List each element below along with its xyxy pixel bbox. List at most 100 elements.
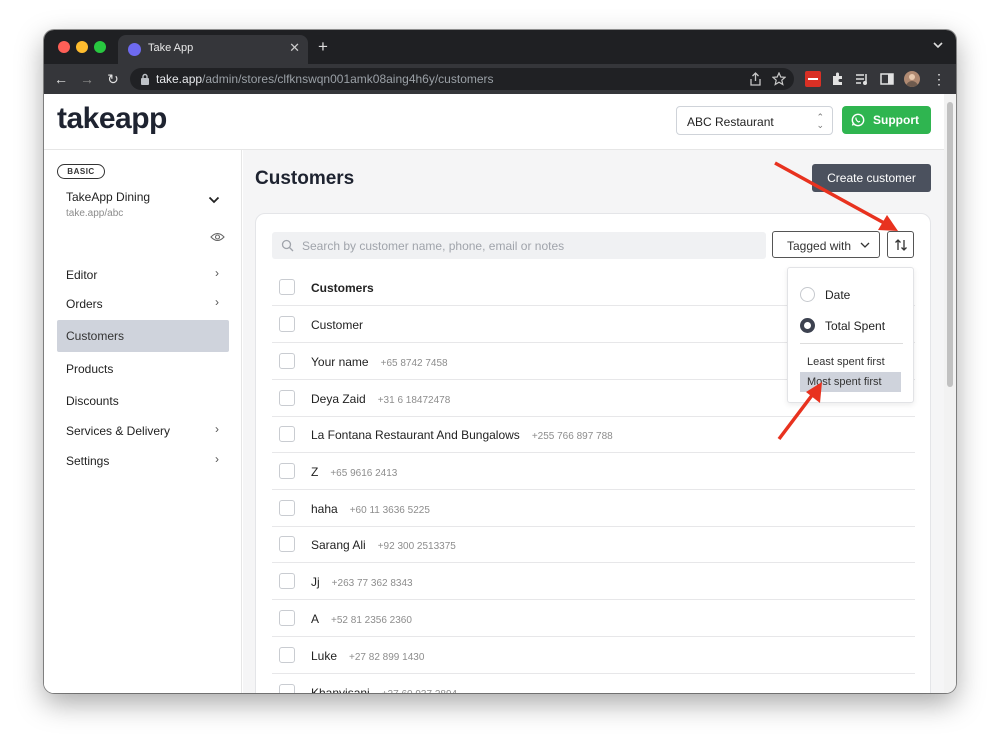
sort-total-spent-radio[interactable]	[800, 318, 815, 333]
whatsapp-icon	[851, 113, 865, 127]
least-spent-first-option[interactable]: Least spent first	[800, 352, 901, 372]
sort-button[interactable]	[887, 231, 914, 258]
minimize-window-button[interactable]	[76, 41, 88, 53]
row-checkbox[interactable]	[279, 536, 295, 552]
tab-search-icon[interactable]	[932, 39, 944, 51]
back-icon[interactable]: ←	[52, 70, 70, 88]
row-checkbox[interactable]	[279, 353, 295, 369]
customer-name[interactable]: Luke	[311, 649, 337, 663]
row-checkbox[interactable]	[279, 610, 295, 626]
search-placeholder: Search by customer name, phone, email or…	[302, 239, 565, 253]
tab-close-icon[interactable]: ✕	[289, 40, 300, 56]
sidebar-item-label: Services & Delivery	[66, 424, 171, 438]
row-checkbox[interactable]	[279, 684, 295, 693]
customer-cell: Customer	[311, 318, 363, 332]
sidebar-item-settings[interactable]: Settings ›	[57, 445, 229, 477]
tagged-with-filter[interactable]: Tagged with	[772, 231, 880, 258]
select-arrows-icon: ⌃ ⌄	[816, 112, 824, 130]
sidebar-item-label: Orders	[66, 297, 103, 311]
sidebar-item-label: Products	[66, 362, 114, 376]
sidebar-item-orders[interactable]: Orders ›	[57, 288, 229, 320]
customer-name[interactable]: Your name	[311, 355, 369, 369]
customer-name[interactable]: Z	[311, 465, 318, 479]
table-row[interactable]: A +52 81 2356 2360	[272, 600, 915, 637]
sidebar-item-label: Editor	[66, 268, 98, 282]
row-checkbox[interactable]	[279, 390, 295, 406]
table-row[interactable]: Sarang Ali +92 300 2513375	[272, 526, 915, 563]
store-select-value: ABC Restaurant	[687, 115, 774, 129]
new-tab-icon[interactable]: +	[318, 37, 328, 57]
scrollbar-thumb[interactable]	[947, 102, 953, 387]
row-checkbox[interactable]	[279, 647, 295, 663]
row-checkbox[interactable]	[279, 463, 295, 479]
maximize-window-button[interactable]	[94, 41, 106, 53]
tab-title: Take App	[148, 42, 194, 54]
row-checkbox[interactable]	[279, 316, 295, 332]
support-button[interactable]: Support	[842, 106, 931, 134]
table-row[interactable]: Z +65 9616 2413	[272, 453, 915, 490]
menu-divider	[800, 343, 903, 344]
row-checkbox[interactable]	[279, 500, 295, 516]
customer-phone: +65 8742 7458	[380, 358, 448, 369]
store-name[interactable]: TakeApp Dining	[66, 190, 150, 204]
reload-icon[interactable]: ↻	[104, 70, 122, 88]
browser-window: Take App ✕ + ← → ↻ take.app/admin/stores…	[44, 30, 956, 693]
select-all-checkbox[interactable]	[279, 279, 295, 295]
table-row[interactable]: haha +60 11 3636 5225	[272, 490, 915, 527]
customer-phone: +255 766 897 788	[531, 431, 613, 442]
media-control-icon[interactable]	[854, 71, 870, 87]
chevron-down-icon[interactable]	[208, 196, 220, 204]
chevron-right-icon: ›	[215, 422, 219, 436]
sort-arrows-icon	[895, 239, 907, 251]
close-window-button[interactable]	[58, 41, 70, 53]
sidebar-item-customers[interactable]: Customers	[57, 320, 229, 352]
customer-name[interactable]: Khanyisani	[311, 686, 370, 693]
bookmark-star-icon[interactable]	[772, 72, 786, 86]
customer-phone: +263 77 362 8343	[331, 578, 413, 589]
sidebar-item-products[interactable]: Products	[57, 353, 229, 385]
customer-cell: La Fontana Restaurant And Bungalows +255 …	[311, 428, 613, 442]
customer-name[interactable]: Deya Zaid	[311, 392, 366, 406]
sidebar-item-services-delivery[interactable]: Services & Delivery ›	[57, 415, 229, 447]
customers-card: Search by customer name, phone, email or…	[255, 213, 931, 693]
share-icon[interactable]	[749, 72, 762, 86]
customer-cell: Luke +27 82 899 1430	[311, 649, 424, 663]
sort-date-radio[interactable]	[800, 287, 815, 302]
eye-icon[interactable]	[210, 232, 225, 242]
customer-name[interactable]: Sarang Ali	[311, 538, 366, 552]
customer-phone: +65 9616 2413	[330, 468, 398, 479]
chevron-right-icon: ›	[215, 452, 219, 466]
forward-icon[interactable]: →	[78, 70, 96, 88]
store-select[interactable]: ABC Restaurant ⌃ ⌄	[676, 106, 833, 135]
create-customer-button[interactable]: Create customer	[812, 164, 931, 192]
customer-name[interactable]: Jj	[311, 575, 320, 589]
customer-cell: Sarang Ali +92 300 2513375	[311, 538, 456, 552]
customer-name[interactable]: A	[311, 612, 319, 626]
sidebar-item-discounts[interactable]: Discounts	[57, 385, 229, 417]
table-row[interactable]: La Fontana Restaurant And Bungalows +255 …	[272, 416, 915, 453]
profile-avatar[interactable]	[904, 71, 920, 87]
customer-name[interactable]: haha	[311, 502, 338, 516]
address-bar[interactable]: take.app/admin/stores/clfknswqn001amk08a…	[130, 68, 794, 90]
search-input[interactable]: Search by customer name, phone, email or…	[272, 232, 766, 259]
row-checkbox[interactable]	[279, 573, 295, 589]
customer-name[interactable]: Customer	[311, 318, 363, 332]
customer-name[interactable]: La Fontana Restaurant And Bungalows	[311, 428, 520, 442]
most-spent-first-option[interactable]: Most spent first	[800, 372, 901, 392]
table-row[interactable]: Luke +27 82 899 1430	[272, 637, 915, 674]
sidebar-item-editor[interactable]: Editor ›	[57, 259, 229, 291]
customer-phone: +27 60 937 2894	[382, 689, 457, 693]
search-icon	[281, 239, 294, 252]
row-checkbox[interactable]	[279, 426, 295, 442]
extensions-puzzle-icon[interactable]	[830, 71, 846, 87]
side-panel-icon[interactable]	[879, 71, 895, 87]
sort-date-label[interactable]: Date	[825, 288, 850, 302]
page-scrollbar[interactable]	[944, 94, 956, 693]
plan-badge: BASIC	[57, 164, 105, 179]
table-row[interactable]: Khanyisani +27 60 937 2894	[272, 674, 915, 693]
table-row[interactable]: Jj +263 77 362 8343	[272, 563, 915, 600]
browser-menu-icon[interactable]: ⋮	[930, 70, 948, 88]
extension-red-icon[interactable]	[805, 71, 821, 87]
browser-tab[interactable]: Take App ✕	[118, 35, 308, 64]
sort-total-spent-label[interactable]: Total Spent	[825, 319, 885, 333]
